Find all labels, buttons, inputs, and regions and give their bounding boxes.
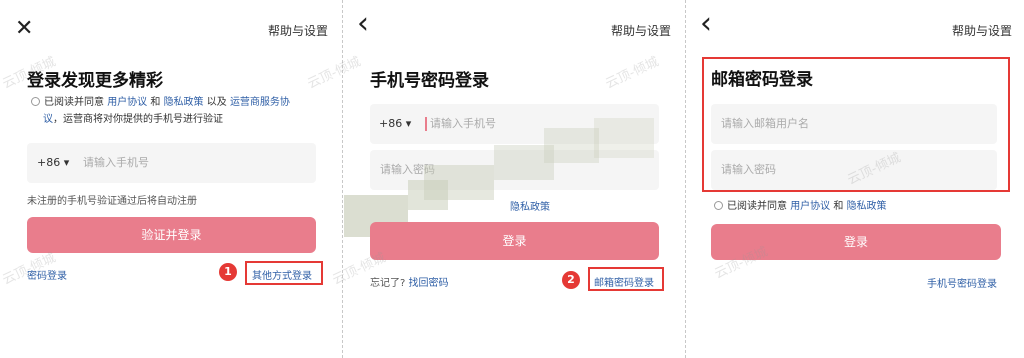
agreement-text: 已阅读并同意 用户协议 和 隐私政策 — [714, 197, 887, 212]
phone-placeholder: 请输入手机号 — [430, 117, 496, 130]
email-password-login-link[interactable]: 邮箱密码登录 — [594, 274, 654, 289]
other-login-link[interactable]: 其他方式登录 — [252, 267, 312, 282]
panel-divider — [342, 0, 343, 358]
privacy-policy-link[interactable]: 隐私政策 — [164, 97, 204, 108]
and-text: 和 — [150, 97, 161, 108]
carrier-agreement-link[interactable]: 运营商服务协 — [230, 97, 290, 108]
agree-suffix: ，运营商将对你提供的手机号进行验证 — [53, 114, 223, 125]
help-settings-link[interactable]: 帮助与设置 — [952, 22, 1012, 39]
screenshot-stage: ✕ 帮助与设置 登录发现更多精彩 已阅读并同意 用户协议 和 隐私政策 以及 运… — [0, 0, 1024, 358]
phone-password-login-link[interactable]: 手机号密码登录 — [927, 275, 997, 290]
agree-radio[interactable] — [31, 97, 40, 106]
text-cursor — [425, 117, 427, 131]
agree-radio[interactable] — [714, 201, 723, 210]
back-icon[interactable]: ‹ — [357, 9, 369, 39]
recover-password-link[interactable]: 找回密码 — [409, 278, 449, 289]
and-text: 和 — [833, 201, 844, 212]
phone-input[interactable]: +86 ▾ 请输入手机号 — [27, 143, 316, 183]
help-settings-link[interactable]: 帮助与设置 — [611, 22, 671, 39]
page-title: 手机号密码登录 — [370, 71, 489, 91]
forgot-text: 忘记了? — [370, 278, 406, 289]
privacy-policy-link[interactable]: 隐私政策 — [510, 198, 550, 213]
agree-prefix: 已阅读并同意 — [44, 97, 104, 108]
password-placeholder: 请输入密码 — [721, 163, 776, 176]
also-text: 以及 — [206, 97, 227, 108]
forgot-password-row: 忘记了? 找回密码 — [370, 274, 449, 289]
mosaic-block — [544, 128, 599, 163]
login-panel-phone-password: ‹ 帮助与设置 手机号密码登录 +86 ▾ 请输入手机号 请输入密码 隐私政策 … — [344, 0, 684, 358]
help-settings-link[interactable]: 帮助与设置 — [268, 22, 328, 39]
step-badge-1: 1 — [219, 263, 237, 281]
close-icon[interactable]: ✕ — [15, 18, 33, 40]
step-badge-2: 2 — [562, 271, 580, 289]
login-button[interactable]: 登录 — [370, 222, 659, 260]
mosaic-block — [424, 165, 494, 200]
country-code-select[interactable]: +86 ▾ — [379, 104, 411, 144]
auto-register-note: 未注册的手机号验证通过后将自动注册 — [27, 196, 197, 207]
country-code-select[interactable]: +86 ▾ — [37, 143, 69, 183]
phone-placeholder: 请输入手机号 — [83, 156, 149, 169]
agree-prefix: 已阅读并同意 — [727, 201, 787, 212]
privacy-policy-link[interactable]: 隐私政策 — [847, 201, 887, 212]
email-username-input[interactable]: 请输入邮箱用户名 — [711, 104, 997, 144]
agreement-text: 已阅读并同意 用户协议 和 隐私政策 以及 运营商服务协 议，运营商将对你提供的… — [31, 94, 331, 128]
carrier-agreement-link-2[interactable]: 议 — [43, 114, 53, 125]
user-agreement-link[interactable]: 用户协议 — [107, 97, 147, 108]
email-placeholder: 请输入邮箱用户名 — [721, 117, 809, 130]
verify-login-button[interactable]: 验证并登录 — [27, 217, 316, 253]
page-title: 邮箱密码登录 — [711, 70, 813, 90]
panel-divider — [685, 0, 686, 358]
user-agreement-link[interactable]: 用户协议 — [790, 201, 830, 212]
mosaic-block — [594, 118, 654, 158]
back-icon[interactable]: ‹ — [700, 9, 712, 39]
